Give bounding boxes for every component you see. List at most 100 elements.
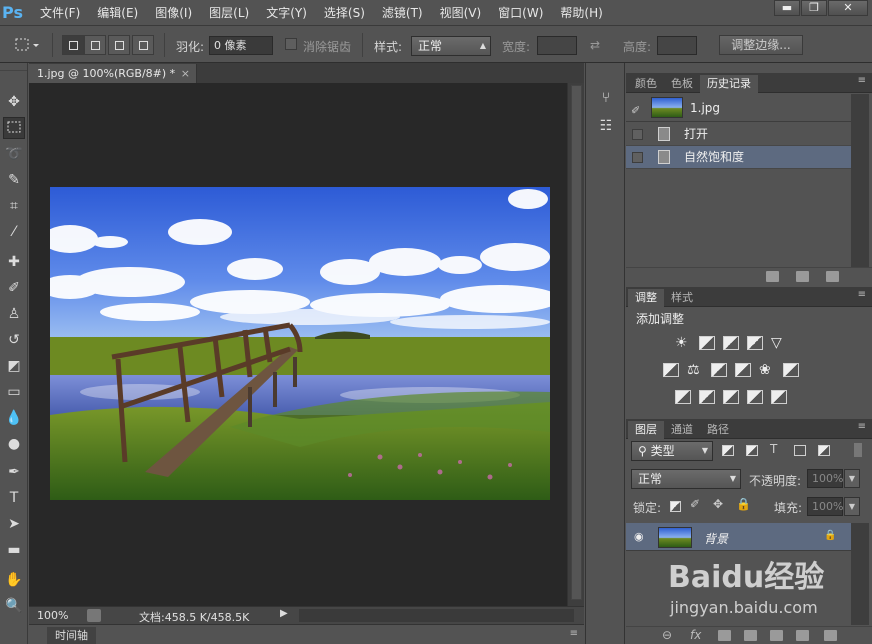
zoom-tool-icon[interactable]: 🔍 (3, 595, 25, 617)
feather-input[interactable]: 0 像素 (209, 36, 273, 55)
filter-type-icon[interactable]: T (770, 442, 777, 456)
channel-mixer-icon[interactable]: ❀ (759, 363, 775, 377)
scrollbar-thumb[interactable] (571, 85, 582, 600)
black-white-icon[interactable] (711, 363, 727, 377)
menu-edit[interactable]: 编辑(E) (89, 0, 147, 26)
panel-menu-icon[interactable]: ≡ (570, 628, 578, 639)
tab-color[interactable]: 颜色 (628, 75, 664, 93)
opacity-input[interactable]: 100% (807, 469, 843, 488)
lock-pixels-icon[interactable]: ✐ (690, 497, 700, 511)
filter-adjustment-icon[interactable] (746, 445, 758, 456)
camera-snapshot-icon[interactable] (796, 271, 809, 282)
width-input[interactable] (537, 36, 577, 55)
status-info-icon[interactable] (87, 609, 101, 622)
menu-type[interactable]: 文字(Y) (258, 0, 316, 26)
refine-edge-button[interactable]: 调整边缘... (719, 35, 803, 55)
tab-paths[interactable]: 路径 (700, 421, 736, 439)
gradient-map-icon[interactable] (771, 390, 787, 404)
filter-smart-object-icon[interactable] (818, 445, 830, 456)
document-tab[interactable]: 1.jpg @ 100%(RGB/8#) * × (29, 64, 197, 83)
photo-filter-icon[interactable] (735, 363, 751, 377)
tab-timeline[interactable]: 时间轴 (47, 627, 96, 644)
tab-styles[interactable]: 样式 (664, 289, 700, 307)
layer-style-icon[interactable]: fx (690, 628, 701, 642)
exposure-icon[interactable] (747, 336, 763, 350)
history-scrollbar[interactable] (851, 94, 869, 267)
antialias-checkbox[interactable] (285, 38, 297, 50)
status-menu-arrow-icon[interactable]: ▶ (280, 608, 292, 623)
hand-tool-icon[interactable]: ✋ (3, 569, 25, 591)
new-selection-icon[interactable] (62, 35, 84, 55)
panel-menu-icon[interactable]: ≡ (858, 75, 866, 86)
opacity-dropdown-icon[interactable]: ▼ (844, 469, 860, 488)
lasso-tool-icon[interactable]: ➰ (3, 143, 25, 165)
menu-image[interactable]: 图像(I) (147, 0, 201, 26)
curves-icon[interactable] (723, 336, 739, 350)
menu-window[interactable]: 窗口(W) (490, 0, 552, 26)
color-balance-icon[interactable]: ⚖ (687, 363, 703, 377)
menu-view[interactable]: 视图(V) (432, 0, 491, 26)
canvas-vertical-scrollbar[interactable] (567, 83, 584, 606)
visibility-eye-icon[interactable]: ◉ (634, 530, 644, 543)
tab-swatches[interactable]: 色板 (664, 75, 700, 93)
layer-filter-select[interactable]: ⚲ 类型 ▼ (631, 441, 713, 461)
trash-icon[interactable] (824, 630, 837, 641)
menu-help[interactable]: 帮助(H) (552, 0, 611, 26)
lock-position-icon[interactable]: ✥ (713, 497, 723, 511)
filter-shape-icon[interactable] (794, 445, 806, 456)
swap-icon[interactable]: ⇄ (590, 38, 600, 52)
panel-menu-icon[interactable]: ≡ (858, 289, 866, 300)
blend-mode-select[interactable]: 正常 ▼ (631, 469, 741, 489)
blur-tool-icon[interactable]: 💧 (3, 407, 25, 429)
new-document-from-state-icon[interactable] (766, 271, 779, 282)
dodge-tool-icon[interactable]: ● (3, 433, 25, 455)
history-item[interactable]: 自然饱和度 (626, 146, 851, 169)
quick-select-tool-icon[interactable]: ✎ (3, 169, 25, 191)
marquee-tool-icon[interactable] (3, 117, 25, 139)
close-tab-icon[interactable]: × (181, 64, 190, 83)
zoom-level[interactable]: 100% (37, 609, 68, 622)
style-select[interactable]: 正常 ▲ (411, 36, 491, 56)
brush-presets-icon[interactable]: ⑂ (594, 87, 618, 109)
new-layer-icon[interactable] (796, 630, 809, 641)
lock-transparent-icon[interactable] (670, 501, 681, 512)
history-item[interactable]: 打开 (626, 123, 851, 146)
clone-stamp-tool-icon[interactable]: ♙ (3, 303, 25, 325)
eyedropper-tool-icon[interactable]: ⁄ (3, 221, 25, 243)
fill-dropdown-icon[interactable]: ▼ (844, 497, 860, 516)
selective-color-icon[interactable] (747, 390, 763, 404)
new-group-icon[interactable] (770, 630, 783, 641)
menu-select[interactable]: 选择(S) (316, 0, 374, 26)
color-lookup-icon[interactable] (783, 363, 799, 377)
properties-icon[interactable]: ☷ (594, 115, 618, 137)
panel-menu-icon[interactable]: ≡ (858, 421, 866, 432)
menu-filter[interactable]: 滤镜(T) (374, 0, 432, 26)
tab-channels[interactable]: 通道 (664, 421, 700, 439)
brush-tool-icon[interactable]: ✐ (3, 277, 25, 299)
add-mask-icon[interactable] (718, 630, 731, 641)
filter-toggle[interactable] (854, 443, 862, 457)
type-tool-icon[interactable]: T (3, 487, 25, 509)
pen-tool-icon[interactable]: ✒ (3, 461, 25, 483)
layer-row[interactable]: ◉ 背景 🔒 (626, 523, 851, 551)
history-snapshot[interactable]: ✐ 1.jpg (626, 94, 851, 122)
add-selection-icon[interactable] (84, 35, 106, 55)
history-source-checkbox[interactable] (632, 152, 643, 163)
canvas-horizontal-scrollbar[interactable] (299, 609, 574, 622)
toolbox-grip[interactable] (0, 63, 27, 71)
levels-icon[interactable] (699, 336, 715, 350)
threshold-icon[interactable] (723, 390, 739, 404)
move-tool-icon[interactable]: ✥ (3, 91, 25, 113)
eraser-tool-icon[interactable]: ◩ (3, 355, 25, 377)
new-adjustment-layer-icon[interactable] (744, 630, 757, 641)
close-button[interactable]: ✕ (828, 0, 868, 16)
intersect-selection-icon[interactable] (132, 35, 154, 55)
tab-adjustments[interactable]: 调整 (628, 289, 664, 307)
height-input[interactable] (657, 36, 697, 55)
history-brush-source-icon[interactable]: ✐ (631, 100, 640, 122)
tab-layers[interactable]: 图层 (628, 421, 664, 439)
minimize-button[interactable]: ▬ (774, 0, 800, 16)
document-image[interactable] (50, 187, 550, 500)
gradient-tool-icon[interactable]: ▭ (3, 381, 25, 403)
fill-input[interactable]: 100% (807, 497, 843, 516)
